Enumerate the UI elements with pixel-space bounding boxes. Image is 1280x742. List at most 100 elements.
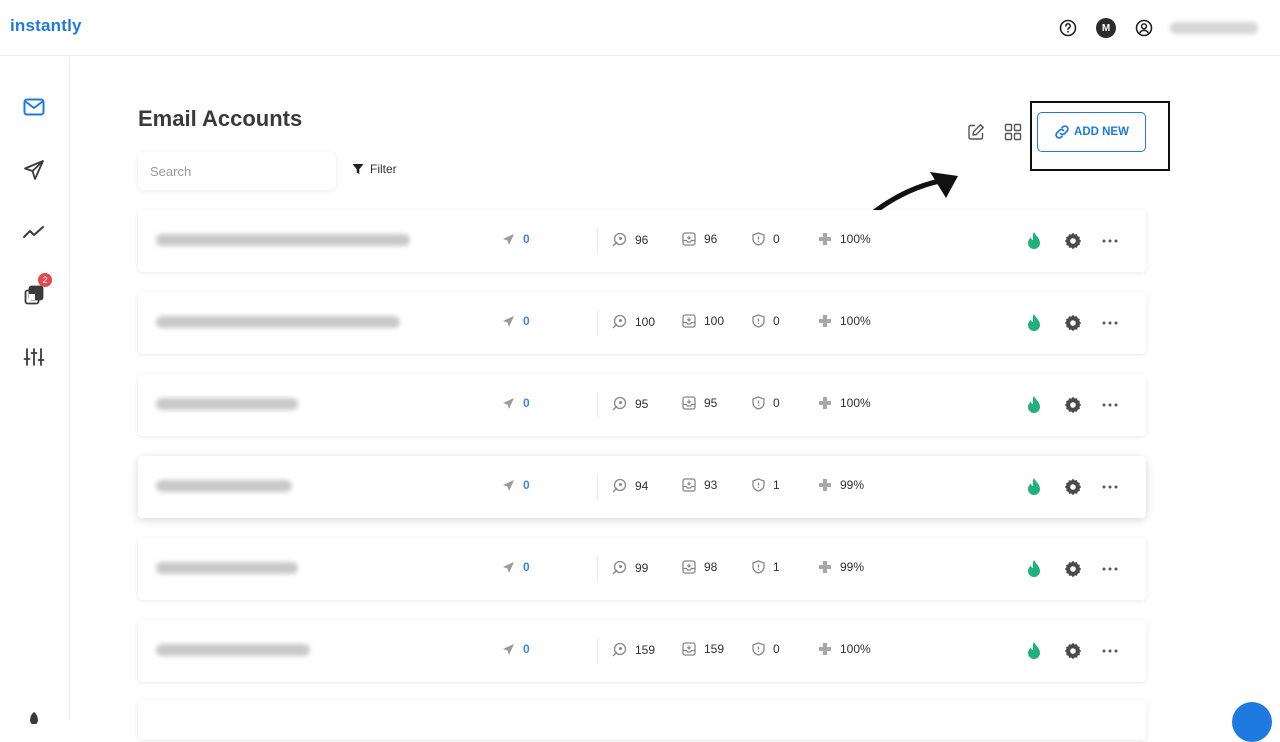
account-row[interactable]: 0 94 93 1 99% xyxy=(138,456,1146,518)
inbox-count-cell: 96 xyxy=(682,232,717,246)
health-score-value: 99% xyxy=(840,478,865,492)
emails-sent-cell: 0 xyxy=(502,478,530,492)
trend-line-icon xyxy=(23,226,44,238)
column-divider xyxy=(597,556,598,582)
more-options-icon[interactable] xyxy=(1098,393,1122,417)
chat-support-button[interactable] xyxy=(1232,702,1272,742)
sidebar: 2 xyxy=(0,57,70,724)
help-icon[interactable] xyxy=(1056,16,1080,40)
send-icon xyxy=(503,479,514,491)
inbox-icon xyxy=(682,396,696,410)
inbox-count-value: 100 xyxy=(704,314,725,328)
edit-icon[interactable] xyxy=(966,122,986,142)
search-input[interactable] xyxy=(150,163,326,179)
top-bar: instantly M xyxy=(0,0,1280,56)
account-email-blurred[interactable] xyxy=(156,234,410,246)
account-row[interactable]: 0 159 159 0 100% xyxy=(138,620,1146,682)
health-score-cell: 99% xyxy=(818,560,864,574)
inbox-count-value: 93 xyxy=(704,478,718,492)
emails-sent-cell: 0 xyxy=(502,232,530,246)
settings-gear-icon[interactable] xyxy=(1061,229,1085,253)
spam-count-value: 0 xyxy=(773,642,780,656)
more-options-icon[interactable] xyxy=(1098,311,1122,335)
shield-icon xyxy=(752,478,765,492)
health-score-value: 100% xyxy=(840,396,871,410)
emails-sent-value: 0 xyxy=(523,314,530,328)
more-options-icon[interactable] xyxy=(1098,639,1122,663)
add-new-label: ADD NEW xyxy=(1074,126,1129,138)
warmup-emails-cell: 95 xyxy=(612,396,648,411)
more-options-icon[interactable] xyxy=(1098,229,1122,253)
spam-count-cell: 0 xyxy=(752,642,780,656)
settings-gear-icon[interactable] xyxy=(1061,311,1085,335)
warmup-emails-cell: 96 xyxy=(612,232,648,247)
emails-sent-cell: 0 xyxy=(502,396,530,410)
sidebar-item-analytics[interactable] xyxy=(20,218,48,246)
warmup-flame-icon[interactable] xyxy=(1022,475,1046,499)
more-options-icon[interactable] xyxy=(1098,475,1122,499)
workspace-avatar[interactable]: M xyxy=(1094,16,1118,40)
warmup-emails-value: 94 xyxy=(635,478,649,493)
more-options-icon[interactable] xyxy=(1098,557,1122,581)
warmup-emails-value: 159 xyxy=(635,642,656,657)
warmup-flame-icon[interactable] xyxy=(1022,311,1046,335)
column-divider xyxy=(597,638,598,664)
account-email-blurred[interactable] xyxy=(156,316,400,328)
account-row[interactable]: 0 96 96 0 100% xyxy=(138,210,1146,272)
emails-sent-value: 0 xyxy=(523,396,530,410)
settings-gear-icon[interactable] xyxy=(1061,557,1085,581)
settings-gear-icon[interactable] xyxy=(1061,393,1085,417)
inbox-icon xyxy=(682,232,696,246)
emails-sent-value: 0 xyxy=(523,232,530,246)
emails-sent-cell: 0 xyxy=(502,314,530,328)
send-icon xyxy=(503,315,514,327)
warmup-flame-icon[interactable] xyxy=(1022,393,1046,417)
sidebar-item-settings[interactable] xyxy=(20,343,48,371)
account-email-blurred[interactable] xyxy=(156,480,292,492)
sidebar-item-email-accounts[interactable] xyxy=(20,93,48,121)
spam-count-cell: 0 xyxy=(752,396,780,410)
warmup-rocket-icon xyxy=(612,232,627,247)
warmup-emails-value: 95 xyxy=(635,396,649,411)
account-row[interactable]: 0 100 100 0 100% xyxy=(138,292,1146,354)
list-item-partial[interactable] xyxy=(138,700,1146,740)
top-actions: M xyxy=(1056,16,1258,40)
warmup-flame-icon[interactable] xyxy=(1022,639,1046,663)
emails-sent-value: 0 xyxy=(523,560,530,574)
user-profile-icon[interactable] xyxy=(1132,16,1156,40)
link-icon xyxy=(1055,125,1069,139)
grid-view-icon[interactable] xyxy=(1003,122,1023,142)
user-name-blurred[interactable] xyxy=(1170,22,1258,34)
emails-sent-value: 0 xyxy=(523,642,530,656)
warmup-rocket-icon xyxy=(612,396,627,411)
warmup-flame-icon[interactable] xyxy=(1022,557,1046,581)
shield-icon xyxy=(752,396,765,410)
health-score-cell: 99% xyxy=(818,478,864,492)
sidebar-item-campaigns[interactable] xyxy=(20,156,48,184)
shield-icon xyxy=(752,560,765,574)
send-icon xyxy=(503,233,514,245)
sidebar-item-unibox[interactable]: 2 xyxy=(20,273,52,309)
warmup-flame-icon[interactable] xyxy=(1022,229,1046,253)
add-new-button[interactable]: ADD NEW xyxy=(1037,112,1146,152)
sidebar-item-launch[interactable] xyxy=(20,707,48,735)
shield-icon xyxy=(752,642,765,656)
app-logo[interactable]: instantly xyxy=(10,16,82,36)
spam-count-cell: 0 xyxy=(752,314,780,328)
settings-gear-icon[interactable] xyxy=(1061,475,1085,499)
settings-gear-icon[interactable] xyxy=(1061,639,1085,663)
inbox-count-value: 98 xyxy=(704,560,718,574)
send-icon xyxy=(503,561,514,573)
account-email-blurred[interactable] xyxy=(156,562,298,574)
account-email-blurred[interactable] xyxy=(156,398,298,410)
filter-button[interactable]: Filter xyxy=(352,162,397,176)
account-email-blurred[interactable] xyxy=(156,644,310,656)
inbox-count-cell: 95 xyxy=(682,396,717,410)
plus-icon xyxy=(819,561,831,573)
rocket-icon xyxy=(30,712,38,724)
page-title: Email Accounts xyxy=(138,106,303,131)
warmup-emails-value: 96 xyxy=(635,232,649,247)
inbox-icon xyxy=(682,642,696,656)
account-row[interactable]: 0 99 98 1 99% xyxy=(138,538,1146,600)
account-row[interactable]: 0 95 95 0 100% xyxy=(138,374,1146,436)
